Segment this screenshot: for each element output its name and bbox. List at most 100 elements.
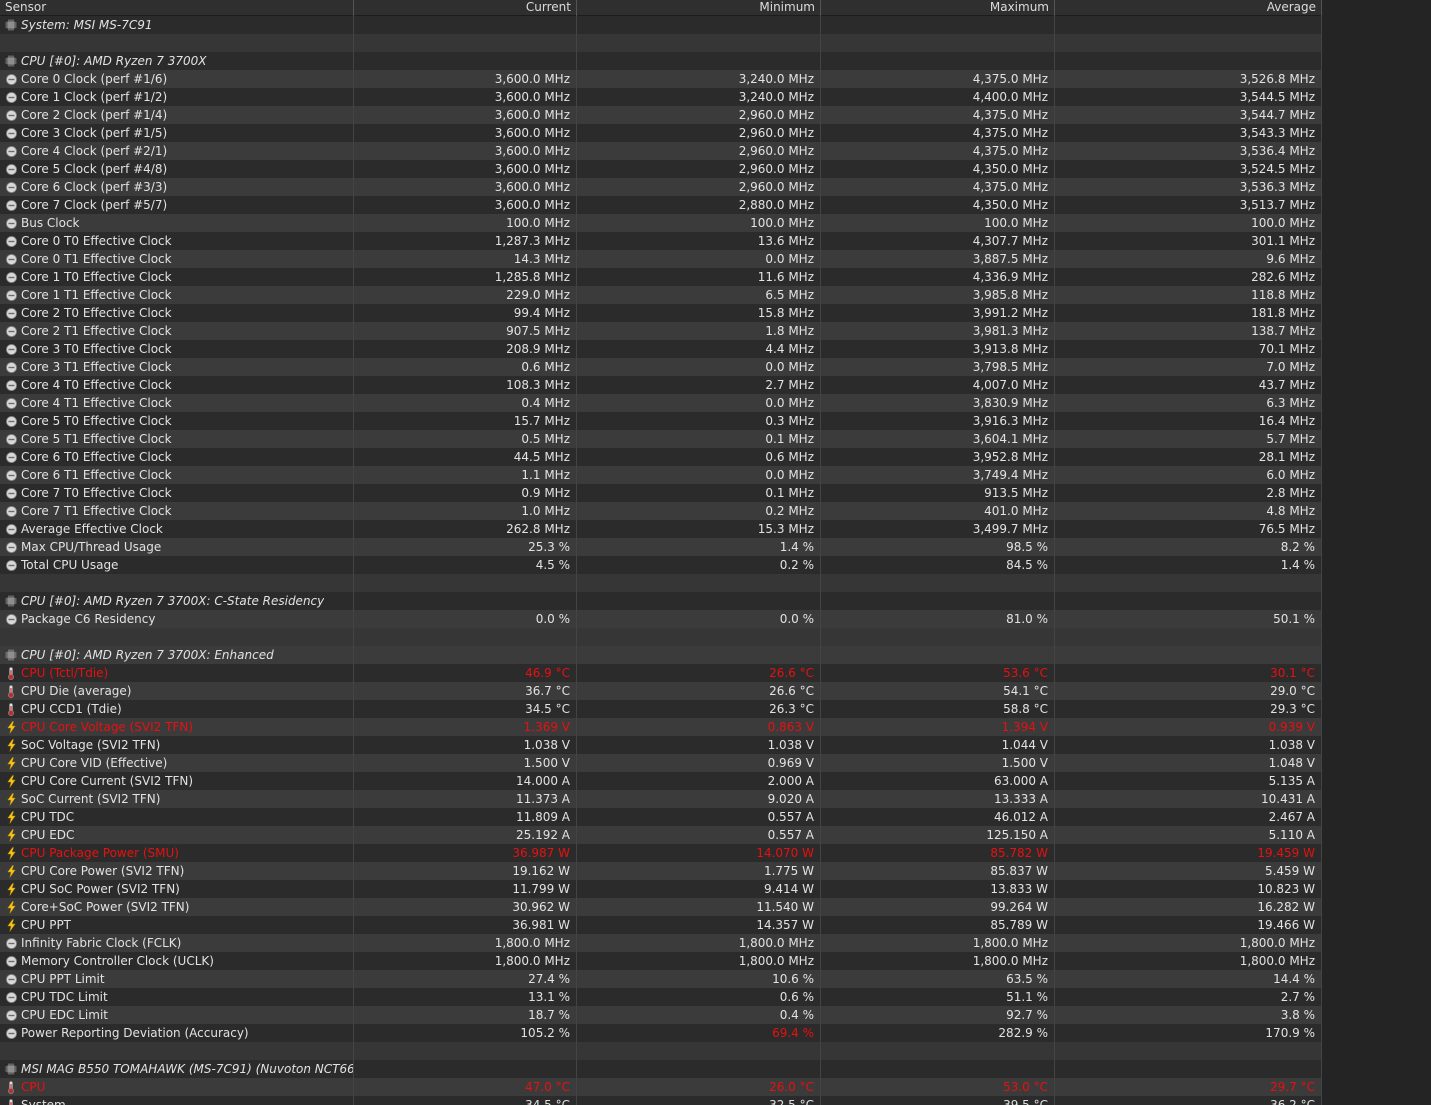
sensor-name-cell: CPU PPT <box>0 916 354 934</box>
group-row[interactable]: MSI MAG B550 TOMAHAWK (MS-7C91) (Nuvoton… <box>0 1060 1322 1078</box>
sensor-row[interactable]: Average Effective Clock 262.8 MHz 15.3 MHz… <box>0 520 1322 538</box>
sensor-row[interactable]: Core 5 T0 Effective Clock 15.7 MHz 0.3 MHz… <box>0 412 1322 430</box>
sensor-row[interactable]: SoC Voltage (SVI2 TFN) 1.038 V 1.038 V 1.04… <box>0 736 1322 754</box>
maximum-value: 13.833 W <box>821 880 1055 898</box>
sensor-row[interactable]: CPU PPT 36.981 W 14.357 W 85.789 W 19.466 W <box>0 916 1322 934</box>
sensor-row[interactable]: CPU CCD1 (Tdie) 34.5 °C 26.3 °C 58.8 °C 29.3… <box>0 700 1322 718</box>
sensor-row[interactable]: Core 1 Clock (perf #1/2) 3,600.0 MHz 3,240… <box>0 88 1322 106</box>
sensor-name-cell: CPU Core Voltage (SVI2 TFN) <box>0 718 354 736</box>
sensor-row[interactable]: CPU EDC Limit 18.7 % 0.4 % 92.7 % 3.8 % <box>0 1006 1322 1024</box>
sensor-row[interactable]: CPU Package Power (SMU) 36.987 W 14.070 W8… <box>0 844 1322 862</box>
column-header-sensor[interactable]: Sensor <box>0 0 354 16</box>
sensor-row[interactable]: Memory Controller Clock (UCLK) 1,800.0 MH… <box>0 952 1322 970</box>
lightning-icon <box>5 864 17 878</box>
average-value: 100.0 MHz <box>1055 214 1322 232</box>
current-value: 1,287.3 MHz <box>354 232 577 250</box>
sensor-label: Core 4 Clock (perf #2/1) <box>21 144 168 158</box>
sensor-row[interactable]: Power Reporting Deviation (Accuracy) 105.… <box>0 1024 1322 1042</box>
group-row[interactable]: CPU [#0]: AMD Ryzen 7 3700X <box>0 52 1322 70</box>
sensor-row[interactable]: CPU TDC Limit 13.1 % 0.6 % 51.1 % 2.7 % <box>0 988 1322 1006</box>
column-header-maximum[interactable]: Maximum <box>821 0 1055 16</box>
sensor-row[interactable]: Core 4 T0 Effective Clock 108.3 MHz 2.7 MH… <box>0 376 1322 394</box>
sensor-row[interactable]: SoC Current (SVI2 TFN) 11.373 A 9.020 A 13.… <box>0 790 1322 808</box>
sensor-row[interactable]: Core 1 T0 Effective Clock 1,285.8 MHz 11.6… <box>0 268 1322 286</box>
average-value: 6.3 MHz <box>1055 394 1322 412</box>
current-value: 0.9 MHz <box>354 484 577 502</box>
spacer-row <box>0 628 1322 646</box>
average-value: 2.8 MHz <box>1055 484 1322 502</box>
sensor-row[interactable]: Core 3 T1 Effective Clock 0.6 MHz 0.0 MHz 3… <box>0 358 1322 376</box>
clock-icon <box>5 91 17 103</box>
sensor-label: Core 4 T1 Effective Clock <box>21 396 172 410</box>
sensor-row[interactable]: System 34.5 °C 32.5 °C 39.5 °C 36.2 °C <box>0 1096 1322 1105</box>
maximum-value <box>821 34 1055 52</box>
maximum-value: 4,375.0 MHz <box>821 124 1055 142</box>
sensor-row[interactable]: CPU Die (average) 36.7 °C 26.6 °C 54.1 °C 29… <box>0 682 1322 700</box>
sensor-row[interactable]: Total CPU Usage 4.5 % 0.2 % 84.5 % 1.4 % <box>0 556 1322 574</box>
sensor-name-cell: CPU [#0]: AMD Ryzen 7 3700X <box>0 52 354 70</box>
column-header-current[interactable]: Current <box>354 0 577 16</box>
sensor-row[interactable]: Core 1 T1 Effective Clock 229.0 MHz 6.5 MH… <box>0 286 1322 304</box>
sensor-row[interactable]: CPU (Tctl/Tdie) 46.9 °C 26.6 °C 53.6 °C 30.1… <box>0 664 1322 682</box>
average-value: 2.467 A <box>1055 808 1322 826</box>
sensor-row[interactable]: Core 5 Clock (perf #4/8) 3,600.0 MHz 2,960… <box>0 160 1322 178</box>
sensor-label: System: MSI MS-7C91 <box>21 18 153 32</box>
maximum-value: 92.7 % <box>821 1006 1055 1024</box>
minimum-value: 13.6 MHz <box>577 232 821 250</box>
minimum-value: 9.020 A <box>577 790 821 808</box>
sensor-name-cell: Core 4 T1 Effective Clock <box>0 394 354 412</box>
sensor-row[interactable]: Core 3 T0 Effective Clock 208.9 MHz 4.4 MH… <box>0 340 1322 358</box>
sensor-row[interactable]: Core 6 T1 Effective Clock 1.1 MHz 0.0 MHz 3… <box>0 466 1322 484</box>
sensor-row[interactable]: Core 4 Clock (perf #2/1) 3,600.0 MHz 2,960… <box>0 142 1322 160</box>
average-value: 7.0 MHz <box>1055 358 1322 376</box>
sensor-row[interactable]: Core 2 Clock (perf #1/4) 3,600.0 MHz 2,960… <box>0 106 1322 124</box>
group-row[interactable]: CPU [#0]: AMD Ryzen 7 3700X: Enhanced <box>0 646 1322 664</box>
group-row[interactable]: CPU [#0]: AMD Ryzen 7 3700X: C-State Res… <box>0 592 1322 610</box>
sensor-row[interactable]: CPU EDC 25.192 A 0.557 A 125.150 A 5.110 A <box>0 826 1322 844</box>
column-header-average[interactable]: Average <box>1055 0 1322 16</box>
average-value: 0.939 V <box>1055 718 1322 736</box>
sensor-row[interactable]: CPU 47.0 °C 26.0 °C 53.0 °C 29.7 °C <box>0 1078 1322 1096</box>
sensor-row[interactable]: Core 7 Clock (perf #5/7) 3,600.0 MHz 2,880… <box>0 196 1322 214</box>
sensor-row[interactable]: Core 0 T1 Effective Clock 14.3 MHz 0.0 MHz… <box>0 250 1322 268</box>
sensor-row[interactable]: CPU PPT Limit 27.4 % 10.6 % 63.5 % 14.4 % <box>0 970 1322 988</box>
sensor-row[interactable]: Package C6 Residency 0.0 % 0.0 % 81.0 % 50.1… <box>0 610 1322 628</box>
sensor-row[interactable]: Core+SoC Power (SVI2 TFN) 30.962 W 11.540 … <box>0 898 1322 916</box>
sensor-row[interactable]: Core 2 T0 Effective Clock 99.4 MHz 15.8 MH… <box>0 304 1322 322</box>
minimum-value <box>577 34 821 52</box>
sensor-row[interactable]: CPU Core VID (Effective) 1.500 V 0.969 V 1.… <box>0 754 1322 772</box>
sensor-row[interactable]: CPU Core Voltage (SVI2 TFN) 1.369 V 0.863 … <box>0 718 1322 736</box>
maximum-value: 4,350.0 MHz <box>821 160 1055 178</box>
sensor-row[interactable]: Core 3 Clock (perf #1/5) 3,600.0 MHz 2,960… <box>0 124 1322 142</box>
current-value: 1,800.0 MHz <box>354 934 577 952</box>
clock-icon <box>5 559 17 571</box>
sensor-row[interactable]: Core 6 Clock (perf #3/3) 3,600.0 MHz 2,960… <box>0 178 1322 196</box>
maximum-value: 85.789 W <box>821 916 1055 934</box>
clock-icon <box>5 523 17 535</box>
sensor-row[interactable]: Core 0 Clock (perf #1/6) 3,600.0 MHz 3,240… <box>0 70 1322 88</box>
sensor-row[interactable]: Core 4 T1 Effective Clock 0.4 MHz 0.0 MHz 3… <box>0 394 1322 412</box>
column-header-minimum[interactable]: Minimum <box>577 0 821 16</box>
sensor-row[interactable]: Core 7 T1 Effective Clock 1.0 MHz 0.2 MHz 4… <box>0 502 1322 520</box>
sensor-row[interactable]: Max CPU/Thread Usage 25.3 % 1.4 % 98.5 % 8.2… <box>0 538 1322 556</box>
sensor-row[interactable]: CPU SoC Power (SVI2 TFN) 11.799 W 9.414 W1… <box>0 880 1322 898</box>
sensor-row[interactable]: Infinity Fabric Clock (FCLK) 1,800.0 MHz 1… <box>0 934 1322 952</box>
maximum-value: 46.012 A <box>821 808 1055 826</box>
sensor-row[interactable]: Core 5 T1 Effective Clock 0.5 MHz 0.1 MHz 3… <box>0 430 1322 448</box>
average-value: 10.431 A <box>1055 790 1322 808</box>
minimum-value: 100.0 MHz <box>577 214 821 232</box>
sensor-row[interactable]: CPU TDC 11.809 A 0.557 A 46.012 A 2.467 A <box>0 808 1322 826</box>
sensor-row[interactable]: Core 2 T1 Effective Clock 907.5 MHz 1.8 MH… <box>0 322 1322 340</box>
maximum-value: 1,800.0 MHz <box>821 952 1055 970</box>
sensor-row[interactable]: CPU Core Current (SVI2 TFN) 14.000 A 2.000… <box>0 772 1322 790</box>
sensor-row[interactable]: Core 6 T0 Effective Clock 44.5 MHz 0.6 MHz… <box>0 448 1322 466</box>
current-value: 14.000 A <box>354 772 577 790</box>
sensor-row[interactable]: Core 7 T0 Effective Clock 0.9 MHz 0.1 MHz 9… <box>0 484 1322 502</box>
sensor-row[interactable]: CPU Core Power (SVI2 TFN) 19.162 W 1.775 W… <box>0 862 1322 880</box>
sensor-row[interactable]: Bus Clock 100.0 MHz 100.0 MHz 100.0 MHz 100.… <box>0 214 1322 232</box>
sensor-row[interactable]: Core 0 T0 Effective Clock 1,287.3 MHz 13.6… <box>0 232 1322 250</box>
group-row[interactable]: System: MSI MS-7C91 <box>0 16 1322 34</box>
current-value: 4.5 % <box>354 556 577 574</box>
average-value: 14.4 % <box>1055 970 1322 988</box>
lightning-icon <box>5 900 17 914</box>
